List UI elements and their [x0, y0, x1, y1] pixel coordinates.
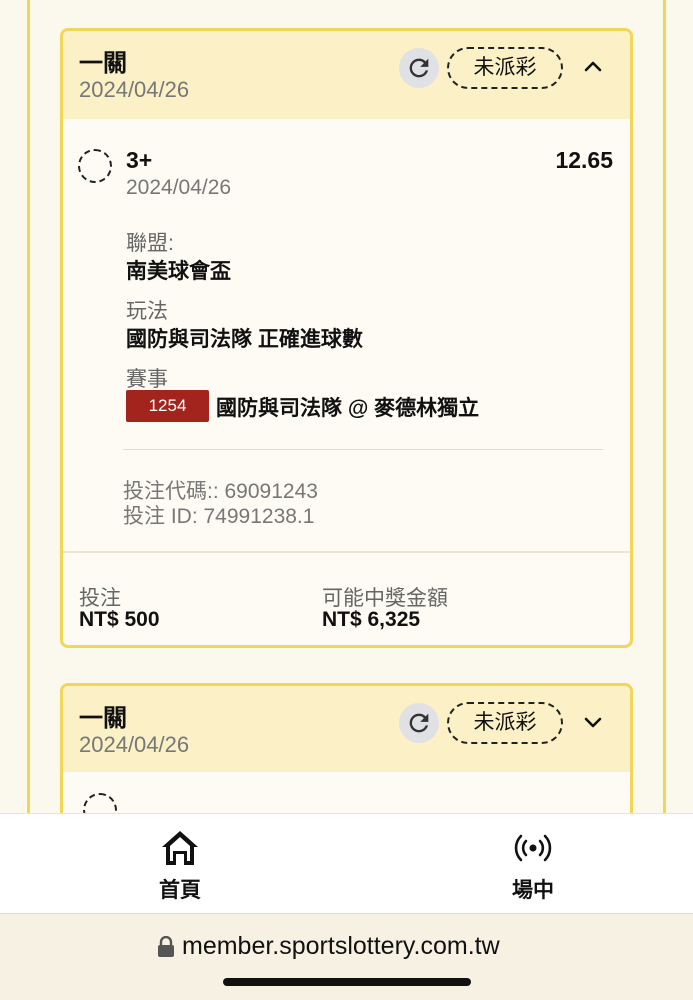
bet-date: 2024/04/26	[79, 77, 190, 102]
bet-card: 一關 2024/04/26 未派彩	[60, 683, 633, 823]
selection-pick: 3+	[126, 147, 153, 173]
url-text[interactable]: member.sportslottery.com.tw	[182, 932, 500, 961]
selection-odds: 12.65	[555, 147, 613, 173]
chevron-down-icon[interactable]	[581, 710, 605, 734]
match-name[interactable]: 國防與司法隊 @ 麥德林獨立	[216, 392, 479, 422]
live-broadcast-icon	[514, 834, 552, 862]
tab-home[interactable]: 首頁	[120, 814, 240, 914]
divider	[123, 449, 603, 450]
market-value: 國防與司法隊 正確進球數	[126, 328, 363, 351]
lock-icon	[158, 936, 174, 957]
payout-value: NT$ 6,325	[322, 608, 421, 631]
bet-card-footer: 投注 NT$ 500 可能中獎金額 NT$ 6,325	[63, 551, 630, 645]
tab-live-label: 場中	[512, 879, 554, 902]
bet-type: 一關	[79, 705, 127, 732]
tab-home-label: 首頁	[159, 879, 201, 902]
bet-date: 2024/04/26	[79, 732, 190, 757]
bet-card-header[interactable]: 一關 2024/04/26 未派彩	[63, 686, 630, 772]
status-badge: 未派彩	[447, 47, 563, 89]
match-label: 賽事	[126, 368, 168, 391]
bet-card: 一關 2024/04/26 未派彩 3+ 12.65 2024/04/26 聯盟…	[60, 28, 633, 648]
market-label: 玩法	[126, 300, 168, 323]
refresh-button[interactable]	[399, 703, 439, 743]
refresh-icon	[409, 713, 429, 733]
home-icon	[162, 831, 198, 865]
bottom-tab-bar: 首頁 場中	[0, 813, 693, 913]
bet-id: 投注 ID: 74991238.1	[123, 505, 315, 528]
selection-date: 2024/04/26	[126, 176, 232, 199]
refresh-icon	[409, 58, 429, 78]
match-id-badge: 1254	[126, 390, 209, 422]
refresh-button[interactable]	[399, 48, 439, 88]
league-label: 聯盟:	[126, 232, 174, 255]
league-value: 南美球會盃	[126, 260, 231, 283]
chevron-up-icon[interactable]	[581, 55, 605, 79]
selection-radio[interactable]	[78, 149, 112, 183]
bet-type: 一關	[79, 50, 127, 77]
status-badge: 未派彩	[447, 702, 563, 744]
stake-value: NT$ 500	[79, 608, 160, 631]
tab-live[interactable]: 場中	[473, 814, 593, 914]
browser-url-bar[interactable]: member.sportslottery.com.tw	[0, 913, 693, 1000]
bet-card-header[interactable]: 一關 2024/04/26 未派彩	[63, 31, 630, 119]
home-indicator	[223, 978, 471, 986]
bet-card-body: 3+ 12.65 2024/04/26 聯盟: 南美球會盃 玩法 國防與司法隊 …	[63, 119, 630, 551]
